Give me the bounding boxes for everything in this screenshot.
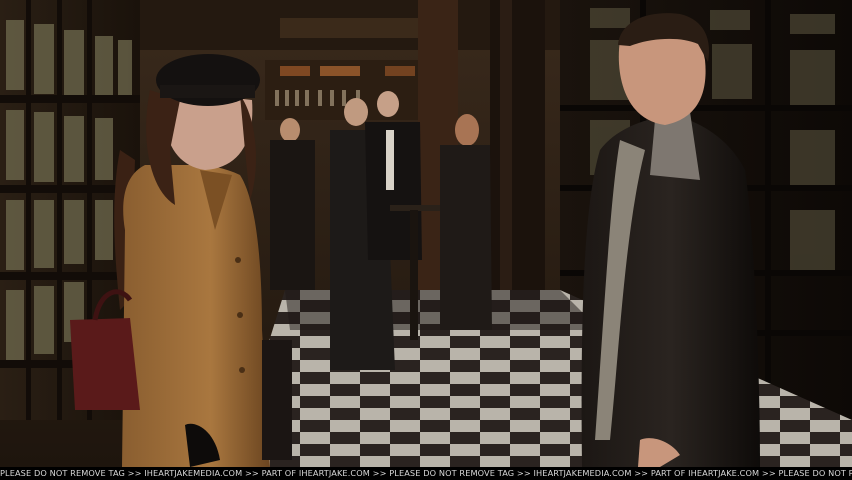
- movie-still: [0, 0, 852, 467]
- scene-illustration: [0, 0, 852, 467]
- video-frame: PLEASE DO NOT REMOVE TAG >> IHEARTJAKEME…: [0, 0, 852, 480]
- watermark-text: PLEASE DO NOT REMOVE TAG >> IHEARTJAKEME…: [0, 468, 852, 478]
- watermark-banner: PLEASE DO NOT REMOVE TAG >> IHEARTJAKEME…: [0, 467, 852, 480]
